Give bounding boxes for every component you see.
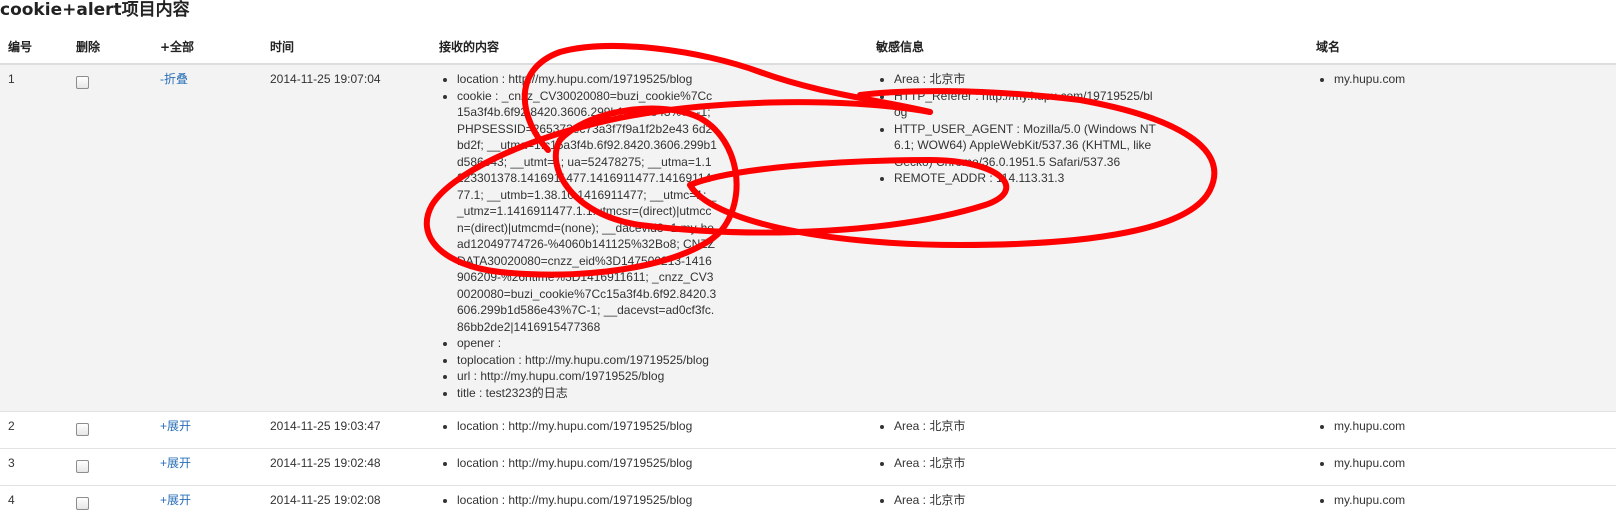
table-row: 3 +展开 2014-11-25 19:02:48 location : htt… bbox=[0, 448, 1616, 486]
sensitive-item: Area : 北京市 bbox=[894, 71, 1156, 88]
content-item: title : test2323的日志 bbox=[457, 385, 717, 402]
content-item: location : http://my.hupu.com/19719525/b… bbox=[457, 71, 717, 88]
row-id: 1 bbox=[0, 63, 68, 412]
received-content-list: location : http://my.hupu.com/19719525/b… bbox=[439, 418, 868, 435]
page-title: cookie+alert项目内容 bbox=[0, 0, 190, 20]
content-item: location : http://my.hupu.com/19719525/b… bbox=[457, 492, 868, 509]
sensitive-item: REMOTE_ADDR : 114.113.31.3 bbox=[894, 170, 1156, 187]
col-header-content: 接收的内容 bbox=[431, 29, 868, 65]
row-time: 2014-11-25 19:02:48 bbox=[262, 448, 431, 486]
row-time: 2014-11-25 19:07:04 bbox=[262, 63, 431, 412]
row-time: 2014-11-25 19:03:47 bbox=[262, 411, 431, 449]
sensitive-info-list: Area : 北京市 bbox=[876, 418, 1308, 435]
domain-list: my.hupu.com bbox=[1316, 418, 1616, 435]
row-select-checkbox[interactable] bbox=[76, 423, 89, 436]
table-header-row: 编号 删除 +全部 时间 接收的内容 敏感信息 域名 bbox=[0, 29, 1616, 65]
table-row: 4 +展开 2014-11-25 19:02:08 location : htt… bbox=[0, 485, 1616, 522]
sensitive-item: Area : 北京市 bbox=[894, 455, 1308, 472]
sensitive-info-list: Area : 北京市 bbox=[876, 455, 1308, 472]
col-header-id: 编号 bbox=[0, 29, 68, 65]
sensitive-info-list: Area : 北京市 bbox=[876, 492, 1308, 509]
content-item: location : http://my.hupu.com/19719525/b… bbox=[457, 455, 868, 472]
domain-item: my.hupu.com bbox=[1334, 492, 1616, 509]
expand-row-link[interactable]: +展开 bbox=[160, 419, 191, 433]
sensitive-item: HTTP_USER_AGENT : Mozilla/5.0 (Windows N… bbox=[894, 121, 1156, 171]
expand-row-link[interactable]: +展开 bbox=[160, 493, 191, 507]
received-content-list: location : http://my.hupu.com/19719525/b… bbox=[439, 71, 717, 401]
content-item: opener : bbox=[457, 335, 717, 352]
row-select-checkbox[interactable] bbox=[76, 497, 89, 510]
domain-item: my.hupu.com bbox=[1334, 71, 1616, 88]
row-id: 4 bbox=[0, 485, 68, 522]
col-header-domain: 域名 bbox=[1308, 29, 1616, 65]
domain-list: my.hupu.com bbox=[1316, 71, 1616, 88]
col-header-time: 时间 bbox=[262, 29, 431, 65]
row-id: 3 bbox=[0, 448, 68, 486]
sensitive-item: Area : 北京市 bbox=[894, 492, 1308, 509]
content-item: url : http://my.hupu.com/19719525/blog bbox=[457, 368, 717, 385]
sensitive-item: HTTP_Referer : http://my.hupu.com/197195… bbox=[894, 88, 1156, 121]
row-select-checkbox[interactable] bbox=[76, 76, 89, 89]
domain-item: my.hupu.com bbox=[1334, 418, 1616, 435]
col-header-sensitive: 敏感信息 bbox=[868, 29, 1308, 65]
content-item: toplocation : http://my.hupu.com/1971952… bbox=[457, 352, 717, 369]
domain-list: my.hupu.com bbox=[1316, 492, 1616, 509]
sensitive-info-list: Area : 北京市 HTTP_Referer : http://my.hupu… bbox=[876, 71, 1156, 187]
content-item: location : http://my.hupu.com/19719525/b… bbox=[457, 418, 868, 435]
received-content-list: location : http://my.hupu.com/19719525/b… bbox=[439, 455, 868, 472]
row-time: 2014-11-25 19:02:08 bbox=[262, 485, 431, 522]
row-select-checkbox[interactable] bbox=[76, 460, 89, 473]
expand-all-link[interactable]: +全部 bbox=[152, 29, 262, 65]
table-row: 1 -折叠 2014-11-25 19:07:04 location : htt… bbox=[0, 63, 1616, 412]
expand-row-link[interactable]: +展开 bbox=[160, 456, 191, 470]
collapse-row-link[interactable]: -折叠 bbox=[160, 72, 188, 86]
delete-selected-link[interactable]: 删除 bbox=[68, 29, 152, 65]
records-table: 编号 删除 +全部 时间 接收的内容 敏感信息 域名 1 -折叠 2014-11… bbox=[0, 29, 1616, 522]
domain-item: my.hupu.com bbox=[1334, 455, 1616, 472]
table-row: 2 +展开 2014-11-25 19:03:47 location : htt… bbox=[0, 411, 1616, 449]
content-item: cookie : _cnzz_CV30020080=buzi_cookie%7C… bbox=[457, 88, 717, 336]
sensitive-item: Area : 北京市 bbox=[894, 418, 1308, 435]
row-id: 2 bbox=[0, 411, 68, 449]
received-content-list: location : http://my.hupu.com/19719525/b… bbox=[439, 492, 868, 509]
domain-list: my.hupu.com bbox=[1316, 455, 1616, 472]
